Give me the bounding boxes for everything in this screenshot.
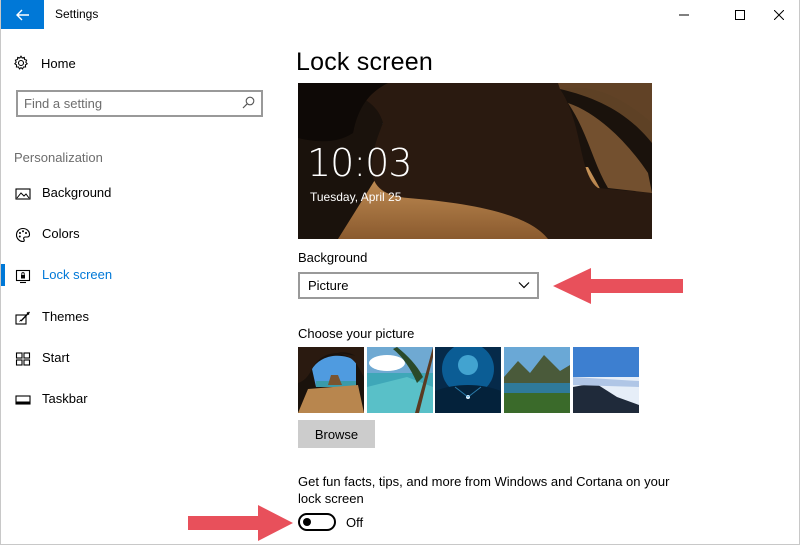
start-icon (15, 352, 31, 366)
window-title: Settings (55, 7, 99, 21)
background-label: Background (298, 250, 368, 265)
picture-thumbnail[interactable] (298, 347, 364, 413)
brush-icon (15, 311, 30, 325)
close-button[interactable] (756, 0, 800, 29)
maximize-icon (735, 9, 745, 20)
sidebar-item-label: Taskbar (42, 391, 88, 406)
taskbar-icon (15, 395, 31, 405)
picture-thumbnail[interactable] (435, 347, 501, 413)
back-button[interactable] (1, 0, 44, 29)
lock-screen-date: Tuesday, April 25 (310, 190, 402, 204)
settings-window: Settings Home Personalization (0, 0, 800, 545)
search-input[interactable] (24, 95, 234, 112)
picture-thumbnail[interactable] (504, 347, 570, 413)
sidebar-item-label: Background (42, 185, 112, 200)
sidebar-item-label: Colors (42, 226, 80, 241)
gear-icon (14, 55, 28, 70)
sidebar-item-label: Start (42, 350, 70, 365)
sidebar: Home Personalization Background Colors (1, 29, 281, 544)
sidebar-item-start[interactable]: Start (1, 346, 281, 370)
annotation-arrow-left (553, 268, 683, 304)
home-nav-item[interactable]: Home (13, 53, 76, 73)
search-box[interactable] (16, 90, 263, 117)
background-dropdown[interactable]: Picture (298, 272, 539, 299)
chevron-down-icon (518, 282, 530, 289)
sidebar-item-background[interactable]: Background (1, 181, 281, 205)
close-icon (774, 9, 784, 20)
thumbnail-snow-cliff (573, 347, 639, 413)
picture-thumbnail[interactable] (367, 347, 433, 413)
image-icon (15, 188, 31, 200)
sidebar-item-themes[interactable]: Themes (1, 305, 281, 329)
lock-screen-preview: 10:03 Tuesday, April 25 (298, 83, 652, 239)
fun-facts-toggle[interactable] (298, 513, 336, 531)
sidebar-item-lock-screen[interactable]: Lock screen (1, 263, 281, 287)
picture-thumbnail[interactable] (573, 347, 639, 413)
annotation-arrow-right (188, 505, 293, 541)
background-dropdown-value: Picture (308, 278, 349, 293)
fun-facts-label: Get fun facts, tips, and more from Windo… (298, 474, 670, 506)
lock-screen-time: 10:03 (307, 141, 413, 185)
sidebar-item-label: Themes (42, 309, 89, 324)
minimize-button[interactable] (661, 0, 707, 29)
toggle-knob (303, 518, 311, 526)
title-bar: Settings (1, 0, 799, 29)
choose-picture-label: Choose your picture (298, 326, 415, 341)
sidebar-item-label: Lock screen (42, 267, 113, 282)
browse-button[interactable]: Browse (298, 420, 375, 448)
palette-icon (15, 227, 31, 243)
section-title: Personalization (14, 150, 103, 165)
thumbnail-palm-water (367, 347, 433, 413)
sidebar-item-colors[interactable]: Colors (1, 222, 281, 246)
thumbnail-cave-beach (298, 347, 364, 413)
thumbnail-underwater-diver (435, 347, 501, 413)
page-title: Lock screen (296, 48, 433, 76)
search-icon[interactable] (242, 96, 255, 109)
thumbnail-mountain-lake (504, 347, 570, 413)
sidebar-item-taskbar[interactable]: Taskbar (1, 387, 281, 411)
home-label: Home (41, 55, 76, 71)
minimize-icon (679, 14, 689, 15)
toggle-state-label: Off (346, 515, 364, 530)
back-arrow-icon (15, 9, 29, 20)
lock-screen-icon (15, 269, 31, 284)
